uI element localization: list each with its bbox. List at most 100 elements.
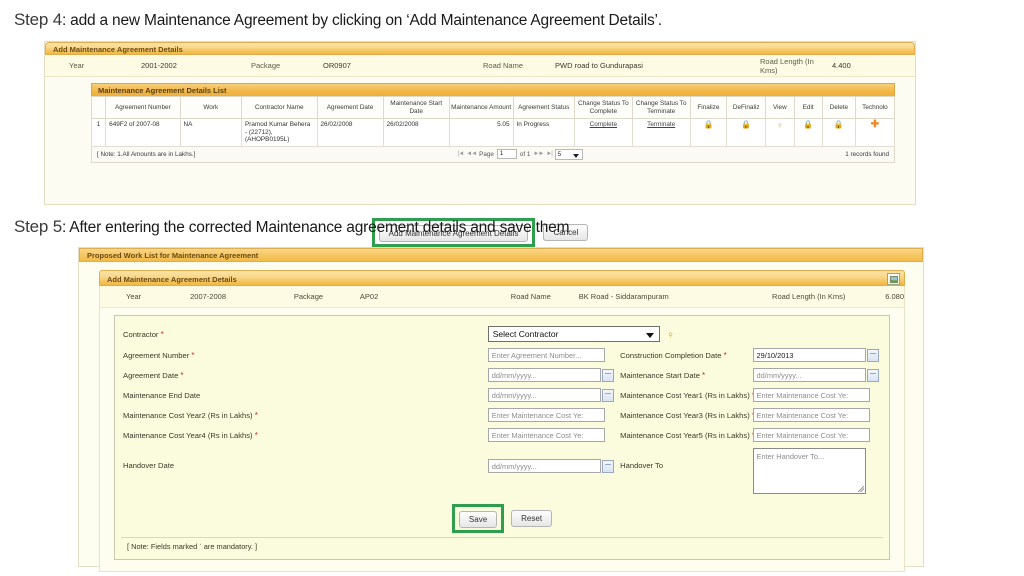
step5-caption: Step 5: After entering the corrected Mai… — [14, 217, 569, 237]
required-marker: * — [191, 350, 195, 360]
image-icon-glyph — [889, 275, 898, 283]
calendar-icon[interactable] — [601, 459, 614, 473]
road-name-value: BK Road - Siddarampuram — [578, 292, 669, 301]
form-row-contractor: Contractor * Select Contractor ⌕ — [121, 323, 883, 345]
required-marker: * — [702, 370, 706, 380]
field-contractor: Select Contractor ⌕ — [486, 323, 883, 345]
next-page-icon[interactable]: ►► — [533, 151, 544, 157]
lock-icon[interactable]: 🔒 — [834, 121, 844, 129]
shot2-meta-row: Year 2007-2008 Package AP02 Road Name BK… — [99, 286, 905, 308]
screenshot-step4: Add Maintenance Agreement Details Year 2… — [44, 41, 916, 247]
cell-contractor-name: Pramod Kumar Behera - (22712), (AHOPB019… — [240, 118, 318, 147]
contractor-select[interactable]: Select Contractor — [487, 326, 660, 342]
package-label: Package — [293, 292, 324, 301]
first-page-icon[interactable]: |◄ — [458, 151, 464, 157]
field-cost-year4: Enter Maintenance Cost Ye: — [486, 425, 618, 445]
label-agreement-number-text: Agreement Number — [123, 350, 190, 360]
field-agreement-date: dd/mm/yyyy... — [486, 365, 618, 385]
cell-definalize[interactable]: 🔒 — [726, 118, 767, 147]
road-length-value: 4.400 — [832, 61, 851, 70]
cell-edit[interactable]: 🔒 — [793, 118, 823, 147]
year-value: 2001-2002 — [141, 61, 177, 70]
th-finalize: Finalize — [689, 96, 728, 119]
required-marker: * — [180, 370, 184, 380]
image-icon[interactable] — [887, 273, 900, 285]
reset-button[interactable]: Reset — [511, 510, 553, 527]
field-maintenance-start-date: dd/mm/yyyy... — [751, 365, 883, 385]
cell-terminate[interactable]: Terminate — [631, 118, 691, 147]
maintenance-end-date-input[interactable]: dd/mm/yyyy... — [487, 388, 601, 402]
lock-icon[interactable]: 🔒 — [741, 121, 751, 129]
agreement-number-input[interactable]: Enter Agreement Number... — [487, 348, 605, 362]
label-cost-year1: Maintenance Cost Year1 (Rs in Lakhs) * — [618, 385, 755, 405]
label-cost-year3: Maintenance Cost Year3 (Rs in Lakhs) * — [618, 405, 755, 425]
calendar-icon[interactable] — [601, 368, 614, 382]
th-change-status-complete: Change Status To Complete — [573, 96, 633, 119]
cost-year5-input[interactable]: Enter Maintenance Cost Ye: — [752, 428, 870, 442]
complete-link[interactable]: Complete — [590, 121, 617, 128]
field-cost-year3: Enter Maintenance Cost Ye: — [751, 405, 883, 425]
maintenance-start-date-input[interactable]: dd/mm/yyyy... — [752, 368, 866, 382]
cell-delete[interactable]: 🔒 — [821, 118, 856, 147]
agreement-date-input[interactable]: dd/mm/yyyy... — [487, 368, 601, 382]
search-icon[interactable]: ⌕ — [665, 328, 677, 340]
shot1-meta-row: Year 2001-2002 Package OR0907 Road Name … — [45, 55, 915, 77]
field-cost-year5: Enter Maintenance Cost Ye: — [751, 425, 883, 445]
road-length-label: Road Length (In Kms) — [772, 292, 846, 301]
shot2-form-outer: Contractor * Select Contractor ⌕ Agreeme… — [99, 308, 905, 560]
th-work: Work — [179, 96, 242, 119]
magnifier-icon[interactable]: ⌕ — [775, 120, 784, 130]
plus-icon[interactable]: ✚ — [871, 120, 879, 130]
form-row-agreement-number: Agreement Number * Enter Agreement Numbe… — [121, 345, 883, 365]
label-construction-completion-date: Construction Completion Date * — [618, 345, 750, 365]
label-handover-to: Handover To — [618, 445, 750, 497]
cost-year3-input[interactable]: Enter Maintenance Cost Ye: — [752, 408, 870, 422]
maintenance-agreement-form: Contractor * Select Contractor ⌕ Agreeme… — [114, 315, 890, 560]
calendar-icon[interactable] — [866, 368, 879, 382]
calendar-icon[interactable] — [866, 348, 879, 362]
cell-finalize[interactable]: 🔒 — [689, 118, 728, 147]
required-marker: * — [723, 350, 727, 360]
cell-view[interactable]: ⌕ — [765, 118, 795, 147]
prev-page-icon[interactable]: ◄◄ — [466, 151, 477, 157]
road-name-label: Road Name — [510, 292, 551, 301]
shot2-button-row: Save Reset — [121, 497, 883, 537]
th-maintenance-start-date: Maintenance Start Date — [382, 96, 450, 119]
step4-text: : add a new Maintenance Agreement by cli… — [61, 12, 662, 29]
cell-complete[interactable]: Complete — [573, 118, 633, 147]
proposed-work-list-header: Proposed Work List for Maintenance Agree… — [79, 248, 923, 262]
form-row-agreement-date: Agreement Date * dd/mm/yyyy... Maintenan… — [121, 365, 883, 385]
handover-date-input[interactable]: dd/mm/yyyy... — [487, 459, 601, 473]
cell-maintenance-amount: 5.05 — [448, 118, 514, 147]
screenshot-step5: Proposed Work List for Maintenance Agree… — [78, 247, 924, 572]
required-marker: * — [160, 329, 164, 339]
cost-year1-input[interactable]: Enter Maintenance Cost Ye: — [752, 388, 870, 402]
lock-icon[interactable]: 🔒 — [803, 121, 813, 129]
handover-to-textarea[interactable]: Enter Handover To... — [752, 448, 866, 494]
records-found: 1 records found — [845, 150, 889, 158]
label-cost-year4-text: Maintenance Cost Year4 (Rs in Lakhs) — [123, 430, 253, 440]
page-input[interactable]: 1 — [496, 149, 517, 160]
page-label: Page — [479, 150, 494, 158]
cost-year2-input[interactable]: Enter Maintenance Cost Ye: — [487, 408, 605, 422]
lock-icon[interactable]: 🔒 — [703, 121, 713, 129]
construction-completion-date-input[interactable]: 29/10/2013 — [752, 348, 866, 362]
save-button[interactable]: Save — [458, 511, 498, 528]
cell-technology[interactable]: ✚ — [854, 118, 896, 147]
step5-text: : After entering the corrected Maintenan… — [61, 219, 570, 236]
page-size-select[interactable]: 5 — [554, 148, 583, 160]
calendar-icon[interactable] — [601, 388, 614, 402]
last-page-icon[interactable]: ►| — [546, 151, 552, 157]
th-index — [90, 96, 107, 119]
label-maintenance-start-date: Maintenance Start Date * — [618, 365, 750, 385]
label-maintenance-end-date-text: Maintenance End Date — [123, 390, 201, 400]
cell-agreement-number: 649F2 of 2007-08 — [105, 118, 181, 147]
step4-label: Step 4 — [14, 10, 62, 29]
label-construction-completion-date-text: Construction Completion Date — [620, 350, 722, 360]
mandatory-fields-note: [ Note: Fields marked ˈ are mandatory. ] — [121, 537, 883, 555]
cost-year4-input[interactable]: Enter Maintenance Cost Ye: — [487, 428, 605, 442]
terminate-link[interactable]: Terminate — [647, 121, 675, 128]
label-contractor: Contractor * — [121, 323, 486, 345]
th-agreement-number: Agreement Number — [105, 96, 181, 119]
label-cost-year4: Maintenance Cost Year4 (Rs in Lakhs) * — [121, 425, 486, 445]
